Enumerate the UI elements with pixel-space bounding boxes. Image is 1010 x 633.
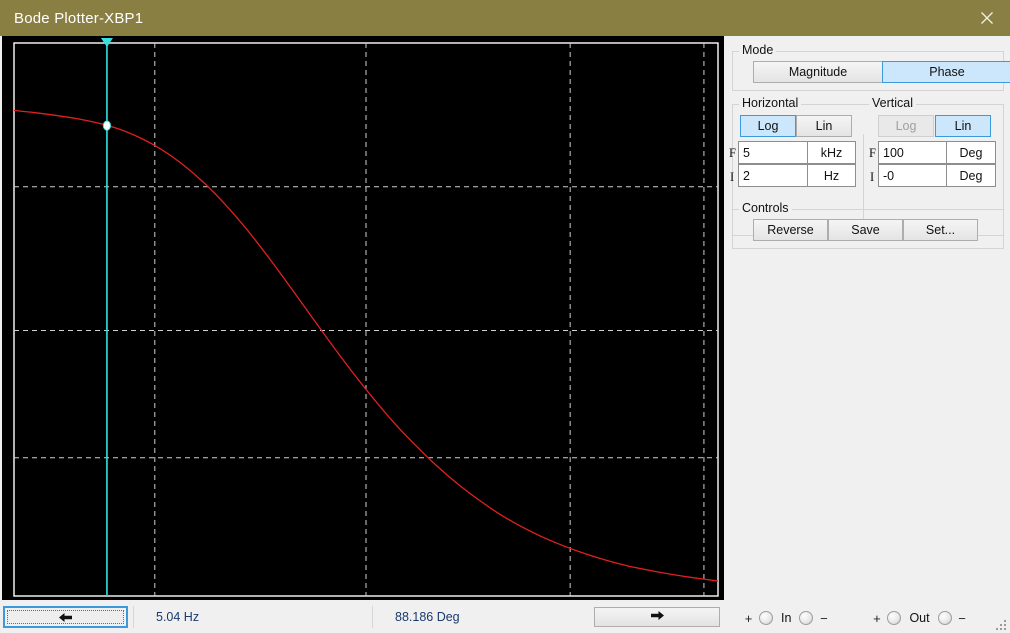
zoom-out-minus-knob[interactable] — [937, 611, 952, 625]
frequency-readout: 5.04 Hz — [133, 606, 371, 628]
cursor-step-right-button[interactable] — [594, 607, 720, 627]
zoom-out-label: Out — [909, 611, 930, 625]
vertical-i-input[interactable]: -0 — [878, 164, 947, 187]
bode-plot-area[interactable] — [0, 36, 726, 602]
reverse-button[interactable]: Reverse — [753, 219, 828, 241]
cursor-step-left-button[interactable] — [3, 606, 128, 628]
horizontal-i-input[interactable]: 2 — [738, 164, 808, 187]
arrow-right-icon — [650, 608, 665, 626]
horizontal-f-input[interactable]: 5 — [738, 141, 808, 164]
close-icon[interactable] — [964, 0, 1010, 36]
zoom-out-plus-label: + — [873, 610, 881, 626]
horizontal-i-label: I — [730, 170, 735, 184]
bode-plot-chart[interactable] — [0, 36, 726, 602]
zoom-in-group: + In − — [742, 611, 830, 626]
zoom-out-minus-label: − — [958, 610, 966, 626]
window-body: Mode Magnitude Phase Horizontal Log Lin … — [0, 36, 1010, 633]
horizontal-i-unit[interactable]: Hz — [807, 164, 856, 187]
status-bar: 5.04 Hz 88.186 Deg + In − + Out − — [0, 602, 1010, 633]
horizontal-log-button[interactable]: Log — [740, 115, 796, 137]
vertical-group-label: Vertical — [869, 96, 916, 110]
zoom-in-plus-knob[interactable] — [759, 611, 773, 625]
window-title: Bode Plotter-XBP1 — [14, 9, 144, 27]
control-panel: Mode Magnitude Phase Horizontal Log Lin … — [726, 36, 1010, 633]
vertical-f-unit[interactable]: Deg — [946, 141, 996, 164]
vertical-f-label: F — [869, 146, 876, 160]
mode-magnitude-button[interactable]: Magnitude — [753, 61, 883, 83]
window-titlebar: Bode Plotter-XBP1 — [0, 0, 1010, 36]
horizontal-f-unit[interactable]: kHz — [807, 141, 856, 164]
vertical-i-unit[interactable]: Deg — [946, 164, 996, 187]
vertical-lin-button[interactable]: Lin — [935, 115, 991, 137]
mode-group-label: Mode — [739, 43, 777, 57]
vertical-f-input[interactable]: 100 — [878, 141, 947, 164]
phase-readout: 88.186 Deg — [372, 606, 590, 628]
horizontal-group-label: Horizontal — [739, 96, 802, 110]
zoom-in-plus-label: + — [744, 610, 753, 626]
zoom-out-group: + Out − — [870, 611, 968, 626]
horizontal-f-label: F — [729, 146, 736, 160]
zoom-controls: + In − + Out − — [742, 608, 992, 628]
cursor-marker — [102, 120, 112, 131]
mode-phase-button[interactable]: Phase — [882, 61, 1010, 83]
zoom-in-label: In — [781, 611, 792, 625]
horizontal-lin-button[interactable]: Lin — [796, 115, 852, 137]
set-button[interactable]: Set... — [903, 219, 978, 241]
arrow-left-icon — [7, 610, 124, 624]
vertical-i-label: I — [870, 170, 875, 184]
controls-group-label: Controls — [739, 201, 792, 215]
resize-grip[interactable] — [994, 618, 1008, 632]
zoom-out-plus-knob[interactable] — [887, 611, 902, 625]
zoom-in-minus-knob[interactable] — [799, 611, 814, 625]
vertical-log-button[interactable]: Log — [878, 115, 934, 137]
save-button[interactable]: Save — [828, 219, 903, 241]
zoom-in-minus-label: − — [820, 610, 828, 626]
